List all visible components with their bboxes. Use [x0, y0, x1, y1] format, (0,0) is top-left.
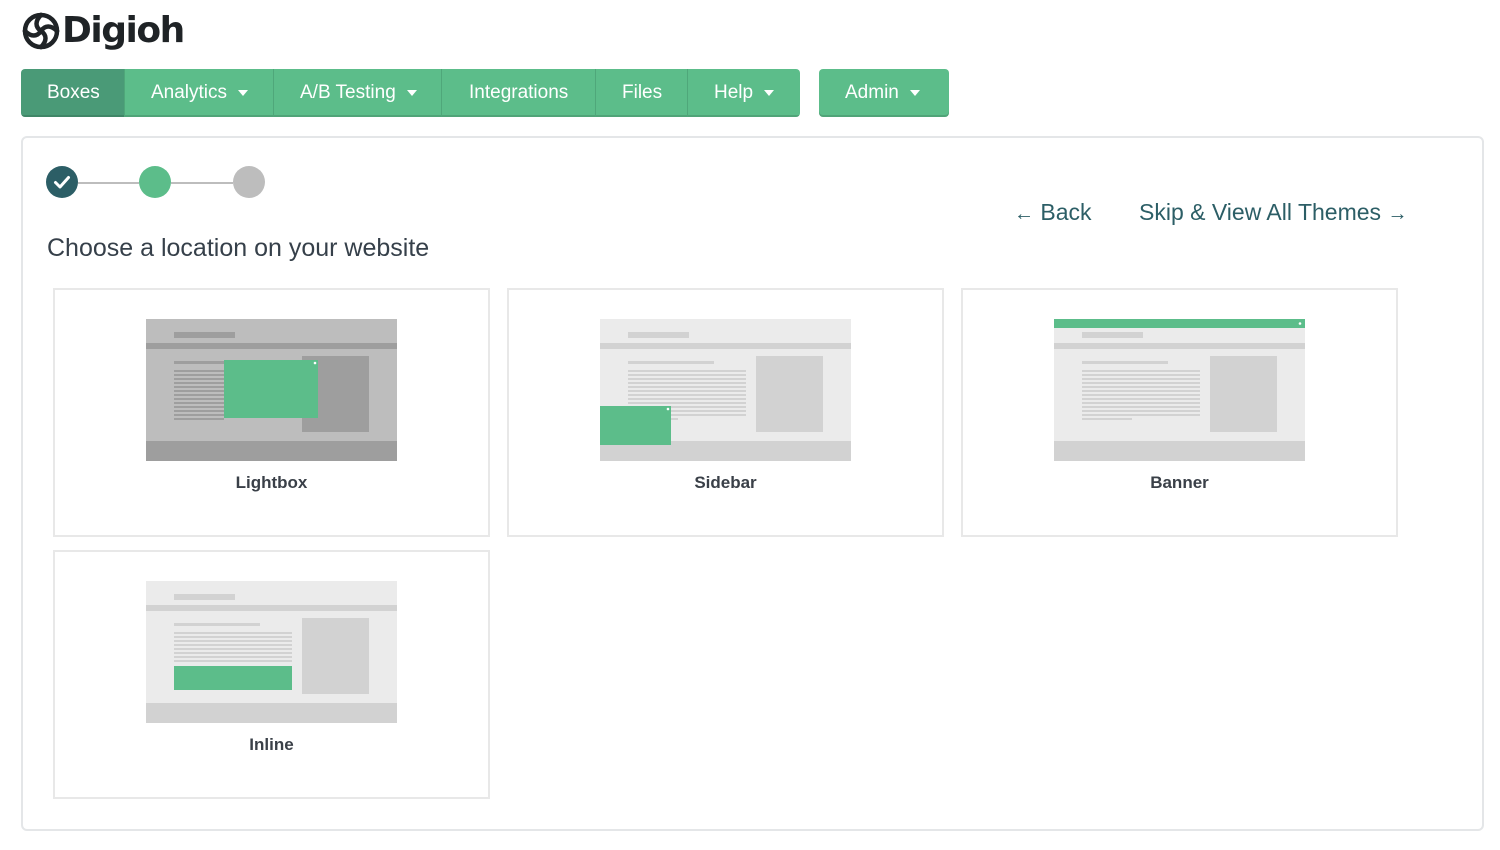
step-completed — [46, 166, 78, 198]
step-connector — [171, 182, 233, 184]
location-card-lightbox[interactable]: Lightbox — [53, 288, 490, 537]
check-icon — [54, 176, 70, 189]
logo-text: Digioh — [62, 10, 185, 51]
nav-integrations[interactable]: Integrations — [442, 69, 596, 117]
arrow-right-icon: → — [1387, 203, 1408, 225]
nav-integrations-label: Integrations — [469, 82, 569, 103]
location-card-inline[interactable]: Inline — [53, 550, 490, 799]
card-label: Sidebar — [694, 473, 757, 492]
card-label: Banner — [1150, 473, 1209, 492]
nav-analytics-label: Analytics — [151, 82, 228, 103]
caret-down-icon — [238, 90, 249, 96]
caret-down-icon — [406, 90, 417, 96]
skip-view-all-themes-link[interactable]: Skip & View All Themes → — [1139, 199, 1407, 226]
back-link[interactable]: ← Back — [1014, 199, 1092, 226]
location-card-sidebar[interactable]: Sidebar — [507, 288, 944, 537]
nav-admin[interactable]: Admin — [819, 69, 949, 117]
nav-admin-label: Admin — [845, 82, 899, 103]
nav-boxes-label: Boxes — [47, 82, 100, 103]
inline-preview-icon — [146, 581, 397, 723]
lightbox-preview-icon — [146, 319, 397, 461]
back-link-label: Back — [1040, 199, 1092, 225]
step-upcoming — [233, 166, 265, 198]
digioh-logo[interactable]: Digioh — [21, 8, 185, 54]
caret-down-icon — [909, 90, 920, 96]
step-current — [139, 166, 171, 198]
step-connector — [78, 182, 139, 184]
nav-help[interactable]: Help — [688, 69, 800, 117]
location-card-banner[interactable]: Banner — [961, 288, 1398, 537]
card-label: Inline — [249, 735, 294, 754]
page-title: Choose a location on your website — [47, 234, 430, 262]
main-nav: Boxes Analytics A/B Testing Integrations… — [21, 69, 800, 117]
skip-link-label: Skip & View All Themes — [1139, 199, 1382, 225]
digioh-logo-icon — [22, 12, 60, 50]
banner-preview-icon — [1054, 319, 1305, 461]
nav-files-label: Files — [622, 82, 663, 103]
nav-analytics[interactable]: Analytics — [125, 69, 274, 117]
caret-down-icon — [764, 90, 775, 96]
nav-ab-testing-label: A/B Testing — [300, 82, 396, 103]
card-label: Lightbox — [235, 473, 308, 492]
nav-files[interactable]: Files — [596, 69, 688, 117]
arrow-left-icon: ← — [1014, 203, 1034, 225]
nav-ab-testing[interactable]: A/B Testing — [274, 69, 442, 117]
nav-boxes[interactable]: Boxes — [21, 69, 125, 117]
nav-help-label: Help — [714, 82, 754, 103]
sidebar-preview-icon — [600, 319, 851, 461]
